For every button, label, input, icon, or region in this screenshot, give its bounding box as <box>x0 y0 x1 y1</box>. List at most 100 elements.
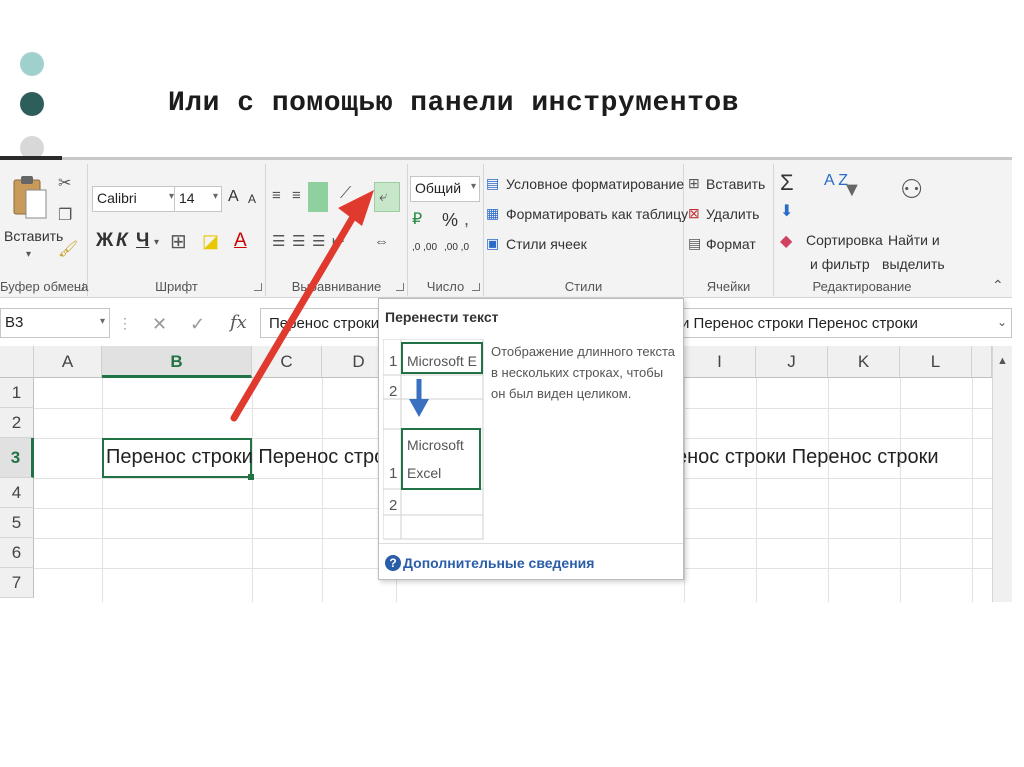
scissors-icon[interactable]: ✂ <box>58 176 71 192</box>
delete-icon: ⊠ <box>688 205 700 221</box>
copy-icon[interactable]: ❐ <box>58 208 72 224</box>
enter-button[interactable]: ✓ <box>190 314 205 335</box>
tooltip-description: Отображение длинного текста в нескольких… <box>491 344 675 401</box>
cell-styles-button[interactable]: ▣ Стили ячеек <box>486 234 682 256</box>
ribbon: Вставить ▾ ✂ ❐ 🖌 Буфер обмена Calibri ▾ 1… <box>0 160 1012 298</box>
row-header[interactable]: 6 <box>0 538 34 568</box>
decrease-indent-icon[interactable]: ⇤ <box>332 234 345 249</box>
row-header[interactable]: 5 <box>0 508 34 538</box>
more-icon: ⋮ <box>118 315 132 331</box>
font-color-button[interactable]: A <box>234 230 247 252</box>
font-size-select[interactable]: 14 ▾ <box>174 186 222 212</box>
row-header[interactable]: 7 <box>0 568 34 598</box>
sort-label-2: и фильтр <box>810 256 870 272</box>
bullet-dot-dark <box>20 92 44 116</box>
cancel-button[interactable]: ✕ <box>152 314 167 335</box>
orientation-icon[interactable]: ⟋ <box>340 186 351 202</box>
select-all-corner[interactable] <box>0 346 34 378</box>
fill-color-icon[interactable]: ◪ <box>202 232 219 250</box>
group-cells: ⊞ Вставить ⊠ Удалить ▤ Формат Ячейки <box>684 164 774 296</box>
fill-handle[interactable] <box>248 474 254 480</box>
font-size-value: 14 <box>179 190 195 206</box>
column-header[interactable]: A <box>34 346 102 378</box>
collapse-ribbon-icon[interactable]: ⌃ <box>992 278 1004 292</box>
currency-icon[interactable]: ₽ <box>412 212 422 228</box>
align-center-icon[interactable]: ☰ <box>292 234 305 249</box>
expand-formula-icon[interactable]: ⌄ <box>997 315 1007 329</box>
chevron-down-icon: ▾ <box>470 181 476 192</box>
autosum-button[interactable]: Σ <box>780 170 794 196</box>
percent-button[interactable]: % <box>442 210 458 231</box>
group-label-cells: Ячейки <box>706 279 751 294</box>
format-cells-button[interactable]: ▤ Формат <box>686 234 772 256</box>
align-right-icon[interactable]: ☰ <box>312 234 325 249</box>
name-box[interactable]: B3 ▾ <box>0 308 110 338</box>
shrink-font-button[interactable]: A <box>248 192 256 206</box>
column-header[interactable]: C <box>252 346 322 378</box>
row-header[interactable]: 2 <box>0 408 34 438</box>
formula-value-right: и Перенос строки Перенос строки <box>681 315 918 332</box>
row-header[interactable]: 3 <box>0 438 34 478</box>
fill-icon[interactable]: ⬇ <box>780 204 793 220</box>
increase-decimal-button[interactable]: ,0 ,00 <box>412 242 437 253</box>
decrease-decimal-button[interactable]: ,00 ,0 <box>444 242 469 253</box>
preview-row-1-after: 1 <box>389 465 398 482</box>
merge-center-icon[interactable]: ⇔ <box>374 234 389 249</box>
wrap-text-button[interactable]: ⤶ <box>374 182 400 212</box>
dialog-launcher-icon[interactable] <box>76 283 84 291</box>
column-header[interactable]: L <box>900 346 972 378</box>
align-middle-icon[interactable]: ≡ <box>292 188 301 203</box>
tell-me-more-link[interactable]: Дополнительные сведения <box>403 555 594 571</box>
paste-button[interactable]: Вставить ▾ <box>4 170 63 270</box>
format-as-table-button[interactable]: ▦ Форматировать как таблицу <box>486 204 688 226</box>
align-bottom-icon[interactable] <box>308 182 328 212</box>
column-header[interactable]: K <box>828 346 900 378</box>
conditional-format-label: Условное форматирование <box>506 176 685 192</box>
bold-button[interactable]: Ж <box>96 230 113 252</box>
preview-row-2: 2 <box>389 383 398 400</box>
group-label-font: Шрифт <box>155 279 198 294</box>
column-header[interactable]: J <box>756 346 828 378</box>
font-name-select[interactable]: Calibri ▾ <box>92 186 178 212</box>
clear-icon[interactable]: ◆ <box>780 234 792 250</box>
preview-after-line-1: Microsoft <box>407 437 464 453</box>
group-number: Общий ▾ ₽ % , ,0 ,00 ,00 ,0 Число <box>408 164 484 296</box>
scroll-up-icon[interactable]: ▲ <box>997 356 1008 367</box>
format-painter-icon[interactable]: 🖌 <box>58 242 78 258</box>
sort-filter-button[interactable]: A Z ▼ Сортировка и фильтр <box>804 170 883 274</box>
find-select-button[interactable]: ⚇ Найти и выделить <box>882 170 948 274</box>
dialog-launcher-icon[interactable] <box>472 283 480 291</box>
formula-value-left: Перенос строки <box>269 315 380 332</box>
dialog-launcher-icon[interactable] <box>254 283 262 291</box>
row-header[interactable]: 1 <box>0 378 34 408</box>
column-header[interactable]: I <box>684 346 756 378</box>
format-icon: ▤ <box>688 235 702 251</box>
insert-function-button[interactable]: fx <box>230 312 247 333</box>
find-label-1: Найти и <box>888 232 940 248</box>
format-as-table-label: Форматировать как таблицу <box>506 206 689 222</box>
conditional-formatting-button[interactable]: ▤ Условное форматирование <box>486 174 685 196</box>
find-label-2: выделить <box>882 256 945 272</box>
insert-cells-button[interactable]: ⊞ Вставить <box>686 174 772 196</box>
chevron-down-icon: ▾ <box>26 249 32 260</box>
group-font: Calibri ▾ 14 ▾ A A Ж К Ч ▾ ⊞ ◪ A Шрифт <box>88 164 266 296</box>
group-alignment: ≡ ≡ ⟋ ⤶ ☰ ☰ ☰ ⇤ ⇔ Выравнивание <box>266 164 408 296</box>
underline-button[interactable]: Ч <box>136 230 149 252</box>
align-top-icon[interactable]: ≡ <box>272 188 281 203</box>
dialog-launcher-icon[interactable] <box>396 283 404 291</box>
vertical-scrollbar[interactable]: ▲ <box>992 346 1012 602</box>
number-format-select[interactable]: Общий ▾ <box>410 176 480 202</box>
comma-icon[interactable]: , <box>464 210 469 228</box>
italic-button[interactable]: К <box>116 230 128 252</box>
sort-label-1: Сортировка <box>806 232 883 248</box>
preview-after-line-2: Excel <box>407 465 442 481</box>
grow-font-button[interactable]: A <box>228 188 239 206</box>
column-header[interactable] <box>972 346 992 378</box>
align-left-icon[interactable]: ☰ <box>272 234 285 249</box>
borders-icon[interactable]: ⊞ <box>170 232 187 252</box>
wrap-text-icon: ⤶ <box>379 188 388 205</box>
delete-cells-button[interactable]: ⊠ Удалить <box>686 204 772 226</box>
column-header[interactable]: B <box>102 346 252 378</box>
help-icon: ? <box>385 555 401 571</box>
row-header[interactable]: 4 <box>0 478 34 508</box>
